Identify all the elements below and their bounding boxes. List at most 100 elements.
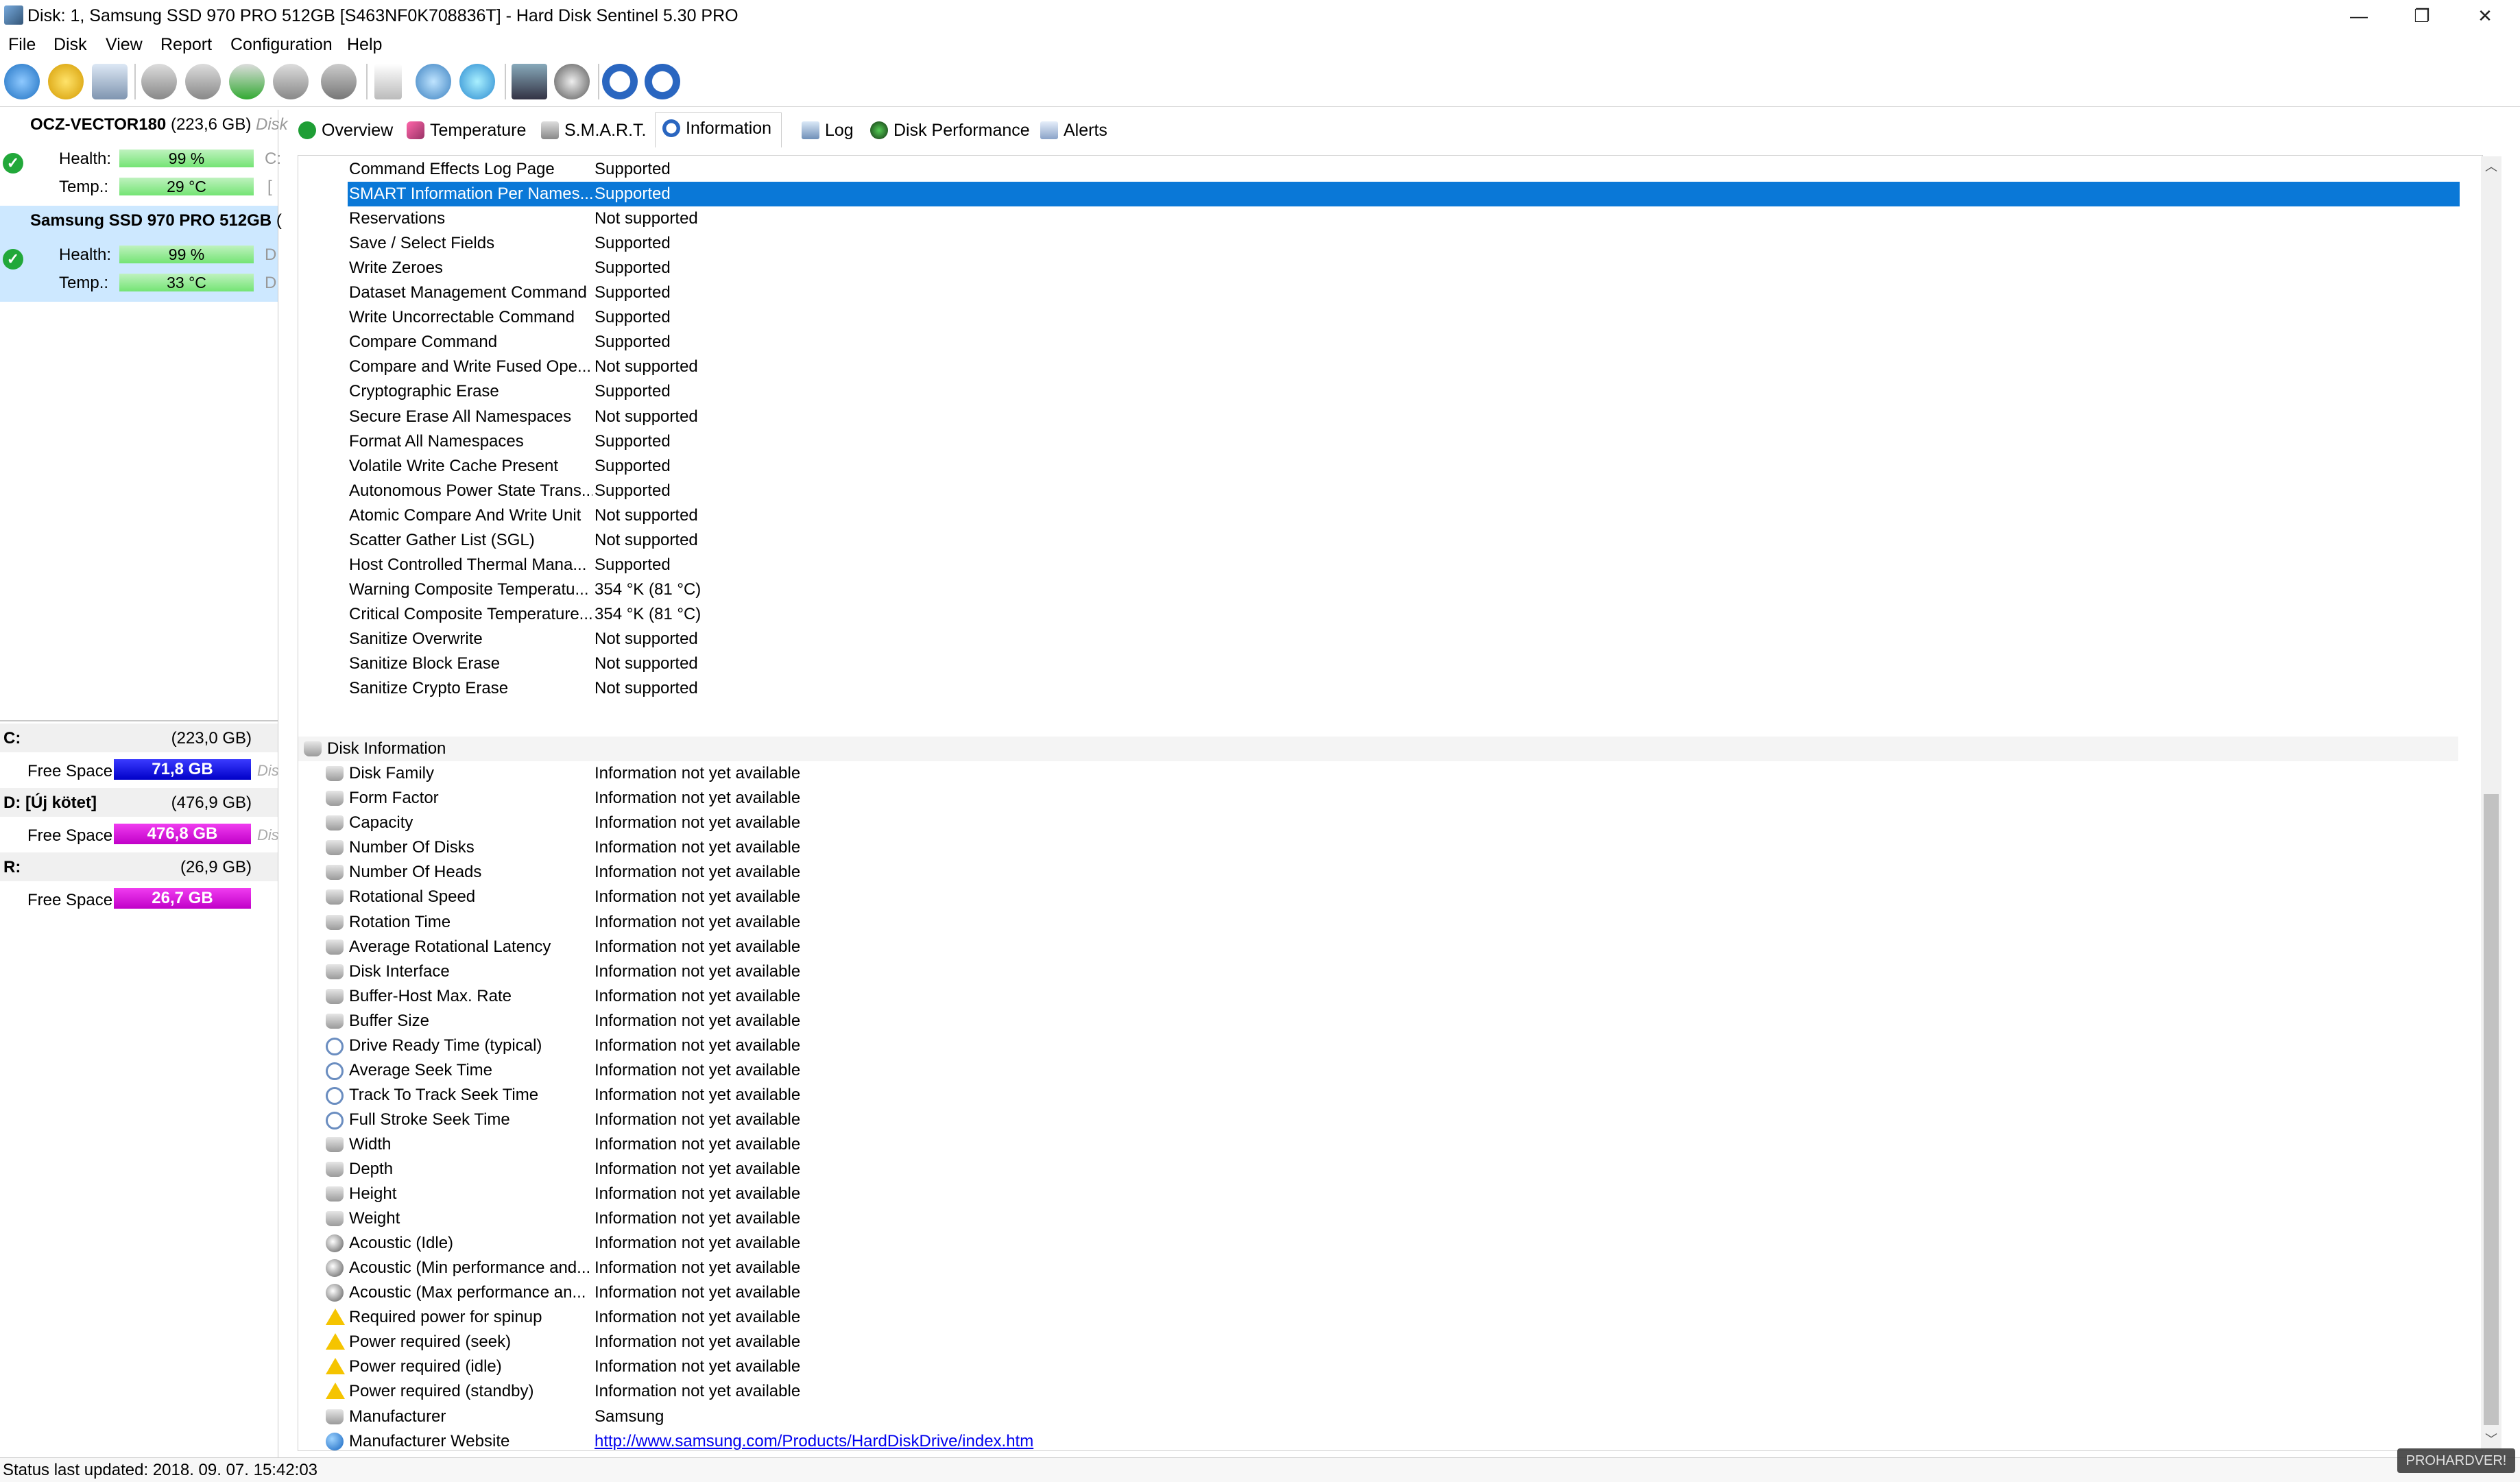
disk-info-row[interactable]: Power required (standby) Information not … — [298, 1379, 2458, 1404]
disk-info-row[interactable]: Capacity Information not yet available — [298, 811, 2458, 835]
feature-row[interactable]: Warning Composite Temperatu... 354 °K (81… — [298, 577, 2458, 602]
feature-label: Compare Command — [349, 333, 498, 352]
disk-info-row[interactable]: Manufacturer Website http://www.samsung.c… — [298, 1429, 2458, 1450]
disk-item-samsung[interactable]: Samsung SSD 970 PRO 512GB ( ✓ Health: 99… — [0, 206, 282, 302]
feature-row[interactable]: Volatile Write Cache Present Supported — [298, 454, 2458, 479]
volume-item-r[interactable]: R: (26,9 GB) Free Space 26,7 GB — [0, 852, 278, 917]
menu-report[interactable]: Report — [154, 32, 219, 57]
info-icon[interactable] — [645, 64, 680, 99]
disk-item-ocz[interactable]: OCZ-VECTOR180 (223,6 GB) Disk ✓ Health: … — [0, 110, 288, 206]
minimize-button[interactable]: — — [2329, 0, 2389, 32]
volume-item-c[interactable]: C: (223,0 GB) Free Space 71,8 GB Dis — [0, 724, 279, 788]
menu-view[interactable]: View — [99, 32, 149, 57]
disk-info-row[interactable]: Drive Ready Time (typical) Information no… — [298, 1033, 2458, 1058]
manufacturer-website-link[interactable]: http://www.samsung.com/Products/HardDisk… — [595, 1429, 1033, 1450]
app-icon — [4, 5, 23, 25]
disk-info-row[interactable]: Rotational Speed Information not yet avai… — [298, 885, 2458, 909]
disk-info-row[interactable]: Power required (idle) Information not yet… — [298, 1354, 2458, 1379]
acoustic-icon[interactable] — [554, 64, 590, 99]
menu-file[interactable]: File — [1, 32, 43, 57]
performance-icon[interactable] — [512, 64, 547, 99]
tab-information[interactable]: Information — [655, 112, 782, 147]
feature-row[interactable]: Write Uncorrectable Command Supported — [298, 305, 2458, 330]
menu-help[interactable]: Help — [340, 32, 389, 57]
disk-info-row[interactable]: Acoustic (Idle) Information not yet avail… — [298, 1231, 2458, 1256]
feature-row[interactable]: Compare and Write Fused Ope... Not suppor… — [298, 355, 2458, 379]
feature-row[interactable]: Critical Composite Temperature... 354 °K … — [298, 602, 2458, 627]
disk-icon[interactable] — [92, 64, 128, 99]
section-header-disk-information[interactable]: Disk Information — [298, 737, 2458, 762]
menu-configuration[interactable]: Configuration — [224, 32, 339, 57]
tab-alerts[interactable]: Alerts — [1033, 115, 1117, 145]
help-icon[interactable] — [602, 64, 638, 99]
info-value: Information not yet available — [595, 789, 801, 808]
information-panel: Command Effects Log Page Supported SMART I… — [298, 155, 2483, 1451]
stop-icon[interactable] — [321, 64, 357, 99]
disk-info-row[interactable]: Form Factor Information not yet available — [298, 786, 2458, 811]
disk-info-row[interactable]: Weight Information not yet available — [298, 1206, 2458, 1231]
refresh-icon[interactable] — [4, 64, 40, 99]
feature-row[interactable]: Save / Select Fields Supported — [298, 231, 2458, 256]
disk-info-row[interactable]: Buffer Size Information not yet available — [298, 1009, 2458, 1033]
disk-info-row[interactable]: Acoustic (Min performance and... Informat… — [298, 1256, 2458, 1280]
disk-info-row[interactable]: Manufacturer Samsung — [298, 1405, 2458, 1429]
disk-info-row[interactable]: Buffer-Host Max. Rate Information not yet… — [298, 984, 2458, 1009]
surface-test-icon[interactable] — [185, 64, 221, 99]
disk-info-row[interactable]: Disk Interface Information not yet availa… — [298, 959, 2458, 984]
feature-row[interactable]: Sanitize Overwrite Not supported — [298, 627, 2458, 652]
feature-row[interactable]: Secure Erase All Namespaces Not supported — [298, 405, 2458, 429]
disk-info-row[interactable]: Disk Family Information not yet available — [298, 761, 2458, 786]
feature-row[interactable]: Atomic Compare And Write Unit Not support… — [298, 503, 2458, 528]
disk-info-row[interactable]: Power required (seek) Information not yet… — [298, 1330, 2458, 1354]
feature-row[interactable]: Compare Command Supported — [298, 330, 2458, 355]
volume-item-d[interactable]: D: [Új kötet] (476,9 GB) Free Space 476,… — [0, 788, 279, 852]
disk-info-row[interactable]: Rotation Time Information not yet availab… — [298, 910, 2458, 935]
tab-log[interactable]: Log — [795, 115, 863, 145]
feature-value: Supported — [595, 160, 671, 178]
tab-smart[interactable]: S.M.A.R.T. — [534, 115, 656, 145]
disk-info-row[interactable]: Depth Information not yet available — [298, 1157, 2458, 1182]
short-test-icon[interactable] — [273, 64, 309, 99]
feature-row[interactable]: Scatter Gather List (SGL) Not supported — [298, 528, 2458, 553]
tab-overview[interactable]: Overview — [291, 115, 403, 145]
disk-info-row[interactable]: Number Of Heads Information not yet avail… — [298, 860, 2458, 885]
disk-info-row[interactable]: Average Rotational Latency Information no… — [298, 935, 2458, 959]
tab-temperature[interactable]: Temperature — [400, 115, 536, 145]
report-icon[interactable] — [374, 64, 402, 99]
scroll-thumb[interactable] — [2484, 794, 2499, 1425]
disk-info-row[interactable]: Track To Track Seek Time Information not … — [298, 1083, 2458, 1108]
feature-row[interactable]: Dataset Management Command Supported — [298, 280, 2458, 305]
feature-row[interactable]: Reservations Not supported — [298, 206, 2458, 231]
test-icon[interactable] — [141, 64, 177, 99]
feature-row[interactable]: Sanitize Crypto Erase Not supported — [298, 676, 2458, 701]
vertical-scrollbar[interactable]: ︿ ﹀ — [2481, 156, 2501, 1450]
restore-button[interactable]: ❐ — [2392, 0, 2452, 32]
feature-value: Supported — [595, 333, 671, 352]
feature-row[interactable]: Format All Namespaces Supported — [298, 429, 2458, 454]
disk-info-row[interactable]: Required power for spinup Information not… — [298, 1305, 2458, 1330]
scroll-down-arrow-icon[interactable]: ﹀ — [2481, 1429, 2501, 1450]
feature-row[interactable]: Autonomous Power State Trans... Supported — [298, 479, 2458, 503]
disk-info-row[interactable]: Height Information not yet available — [298, 1182, 2458, 1206]
feature-row[interactable]: Sanitize Block Erase Not supported — [298, 652, 2458, 676]
feature-row[interactable]: Cryptographic Erase Supported — [298, 379, 2458, 404]
close-button[interactable]: ✕ — [2455, 0, 2515, 32]
scroll-up-arrow-icon[interactable]: ︿ — [2481, 156, 2501, 177]
disk-info-row[interactable]: Average Seek Time Information not yet ava… — [298, 1058, 2458, 1083]
feature-row[interactable]: Command Effects Log Page Supported — [298, 157, 2458, 182]
feature-row[interactable]: Write Zeroes Supported — [298, 256, 2458, 280]
disk-info-row[interactable]: Number Of Disks Information not yet avail… — [298, 835, 2458, 860]
ghost-text: D — [265, 274, 277, 292]
feature-row[interactable]: SMART Information Per Names... Supported — [348, 182, 2460, 207]
tab-disk-performance[interactable]: Disk Performance — [863, 115, 1040, 145]
disk-info-row[interactable]: Acoustic (Max performance an... Informati… — [298, 1280, 2458, 1305]
info-label: Power required (standby) — [349, 1382, 534, 1401]
menu-disk[interactable]: Disk — [47, 32, 94, 57]
disk-info-row[interactable]: Full Stroke Seek Time Information not yet… — [298, 1108, 2458, 1132]
alert-icon[interactable] — [48, 64, 84, 99]
network-icon[interactable] — [459, 64, 495, 99]
sync-icon[interactable] — [416, 64, 451, 99]
disk-info-row[interactable]: Width Information not yet available — [298, 1132, 2458, 1157]
feature-row[interactable]: Host Controlled Thermal Mana... Supported — [298, 553, 2458, 577]
test-ok-icon[interactable] — [229, 64, 265, 99]
